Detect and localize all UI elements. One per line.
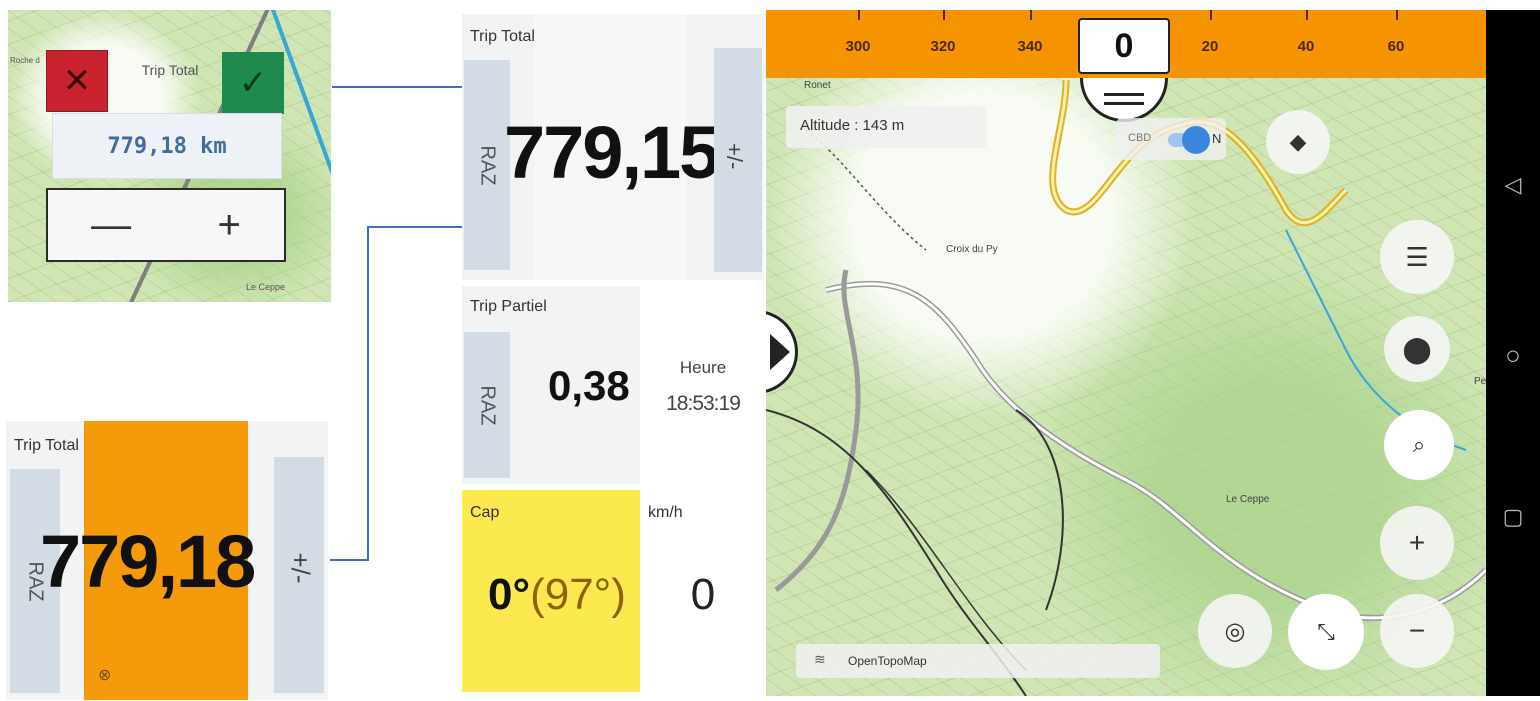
- altitude-readout: Altitude : 143 m: [786, 106, 986, 148]
- trip-total-label: Trip Total: [470, 28, 535, 45]
- measure-icon: ⤡: [1317, 619, 1335, 644]
- north-toggle[interactable]: CBD N: [1116, 118, 1226, 160]
- heading-indicator: 0: [1078, 18, 1170, 74]
- compass-tick: 300: [845, 38, 871, 55]
- speed-panel: km/h 0: [642, 490, 764, 692]
- map-place-label: Ronet: [804, 80, 831, 91]
- clock-label: Heure: [679, 358, 727, 377]
- android-nav-bar: ◁ ○ ▢: [1486, 10, 1540, 696]
- zoom-in-button[interactable]: +: [1380, 506, 1454, 580]
- list-button[interactable]: ☰: [1380, 220, 1454, 294]
- map-pin-icon: ⬤: [1402, 333, 1432, 364]
- zoom-out-button[interactable]: −: [1380, 594, 1454, 668]
- compass-tick: 60: [1387, 38, 1405, 55]
- heading-label: Cap: [470, 504, 500, 521]
- measure-button[interactable]: ⤡: [1288, 594, 1364, 670]
- list-icon: ☰: [1405, 241, 1429, 272]
- map-attribution: ≋ OpenTopoMap: [796, 644, 1160, 678]
- locate-button[interactable]: ◎: [1198, 594, 1272, 668]
- trip-partiel-reset-button[interactable]: RAZ: [464, 332, 510, 478]
- home-button[interactable]: ○: [1486, 340, 1540, 371]
- layers-button[interactable]: ◆: [1266, 110, 1330, 174]
- compass-tick: 20: [1201, 38, 1219, 55]
- adjust-label: +/-: [722, 143, 747, 170]
- clock-value: 18:53:19: [666, 392, 741, 415]
- trip-total-panel: Trip Total RAZ 779,15 +/-: [462, 14, 764, 280]
- heading-value: 0°(97°): [488, 570, 626, 619]
- layers-icon: ◆: [1289, 129, 1307, 154]
- plus-icon: +: [1408, 527, 1426, 558]
- back-button[interactable]: ◁: [1486, 172, 1540, 198]
- map-place-label: Croix du Py: [946, 244, 998, 255]
- search-icon: ⌕: [1412, 432, 1426, 457]
- crosshair-icon: ◎: [1224, 617, 1246, 645]
- trip-partiel-value: 0,38: [548, 362, 630, 409]
- clock-panel: Heure 18:53:19: [642, 286, 764, 484]
- heading-panel: Cap 0°(97°): [462, 490, 640, 692]
- compass-tick: 320: [930, 38, 956, 55]
- compass-tick: 340: [1017, 38, 1043, 55]
- trip-partiel-panel: Trip Partiel RAZ 0,38: [462, 286, 640, 484]
- map-view[interactable]: 300 320 340 20 40 60 0 Altitude : 143 m …: [766, 10, 1486, 696]
- recents-button[interactable]: ▢: [1486, 504, 1540, 530]
- speed-unit-label: km/h: [648, 504, 683, 521]
- play-arrow-icon: [770, 334, 790, 370]
- map-place-label: Pet: [1474, 376, 1486, 387]
- add-marker-button[interactable]: ⬤: [1384, 316, 1450, 382]
- search-button[interactable]: ⌕: [1384, 410, 1454, 480]
- map-place-label: Le Ceppe: [1226, 494, 1270, 505]
- minus-icon: −: [1408, 615, 1426, 646]
- trip-partiel-label: Trip Partiel: [470, 298, 547, 315]
- speed-value: 0: [690, 570, 716, 619]
- compass-tick: 40: [1297, 38, 1315, 55]
- wifi-icon: ≋: [814, 651, 826, 667]
- trip-total-value: 779,15: [504, 111, 720, 194]
